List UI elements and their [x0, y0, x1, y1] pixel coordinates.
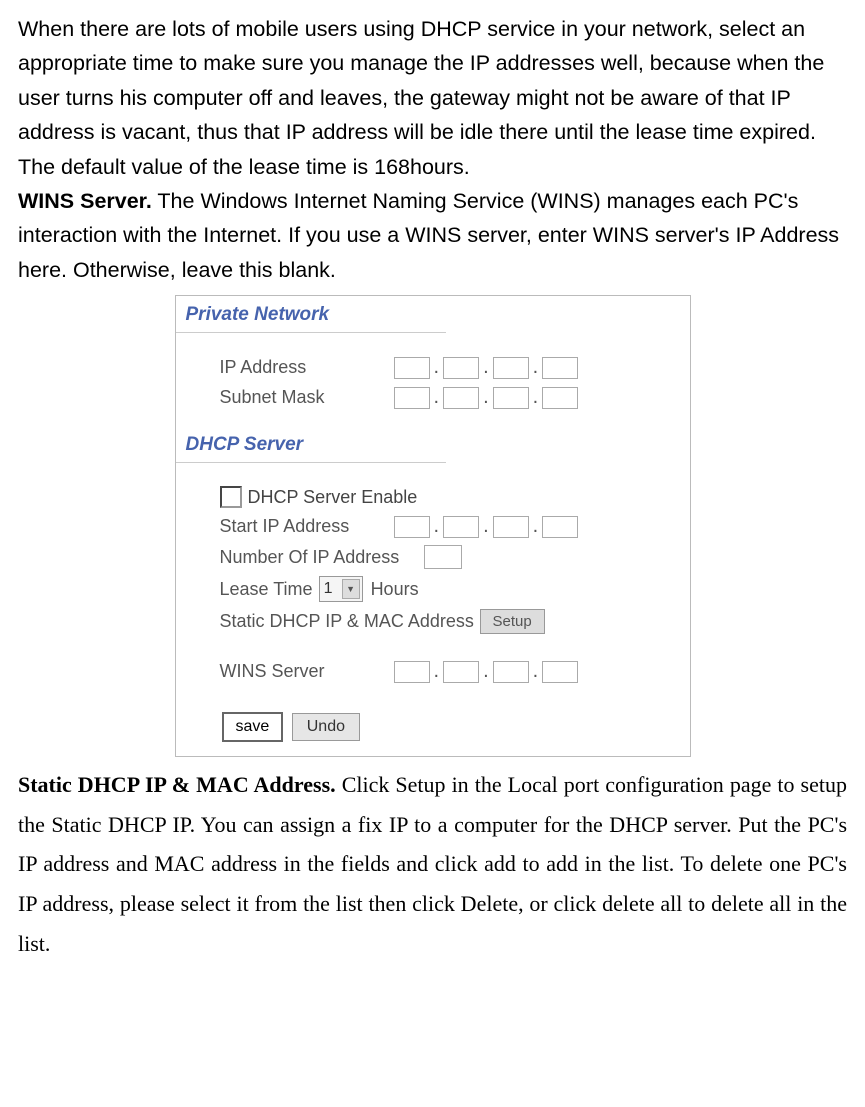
- dot-icon: .: [533, 356, 539, 379]
- mask-octet-3[interactable]: [493, 387, 529, 409]
- lease-time-row: Lease Time 1 ▼ Hours: [220, 576, 660, 602]
- start-ip-row: Start IP Address . . .: [220, 515, 660, 538]
- mask-octet-4[interactable]: [542, 387, 578, 409]
- private-network-title: Private Network: [176, 298, 446, 333]
- dot-icon: .: [483, 386, 489, 409]
- dhcp-enable-checkbox[interactable]: [220, 486, 242, 508]
- start-ip-octet-2[interactable]: [443, 516, 479, 538]
- static-dhcp-label: Static DHCP IP & MAC Address: [220, 611, 478, 632]
- static-heading: Static DHCP IP & MAC Address.: [18, 772, 336, 797]
- button-row: save Undo: [176, 700, 690, 756]
- static-dhcp-paragraph: Static DHCP IP & MAC Address. Click Setu…: [18, 765, 847, 963]
- start-ip-octet-4[interactable]: [542, 516, 578, 538]
- wins-octet-1[interactable]: [394, 661, 430, 683]
- num-ip-row: Number Of IP Address: [220, 545, 660, 569]
- lease-time-select[interactable]: 1 ▼: [319, 576, 363, 602]
- para1-text: When there are lots of mobile users usin…: [18, 17, 824, 179]
- ip-address-row: IP Address . . .: [220, 356, 660, 379]
- wins-octet-3[interactable]: [493, 661, 529, 683]
- wins-octet-2[interactable]: [443, 661, 479, 683]
- undo-button[interactable]: Undo: [292, 713, 360, 741]
- save-button[interactable]: save: [222, 712, 284, 742]
- num-ip-label: Number Of IP Address: [220, 547, 420, 568]
- config-panel: Private Network IP Address . . . Subnet …: [175, 295, 691, 757]
- static-text: Click Setup in the Local port configurat…: [18, 772, 847, 955]
- ip-octet-1[interactable]: [394, 357, 430, 379]
- subnet-mask-label: Subnet Mask: [220, 387, 390, 408]
- mask-octet-2[interactable]: [443, 387, 479, 409]
- ip-octet-3[interactable]: [493, 357, 529, 379]
- dot-icon: .: [434, 660, 440, 683]
- ip-address-label: IP Address: [220, 357, 390, 378]
- dot-icon: .: [533, 660, 539, 683]
- dhcp-enable-label: DHCP Server Enable: [248, 487, 418, 508]
- dhcp-enable-row: DHCP Server Enable: [220, 486, 660, 508]
- subnet-mask-row: Subnet Mask . . .: [220, 386, 660, 409]
- dot-icon: .: [434, 386, 440, 409]
- private-network-body: IP Address . . . Subnet Mask . . .: [176, 333, 690, 426]
- dot-icon: .: [533, 515, 539, 538]
- mask-octet-1[interactable]: [394, 387, 430, 409]
- wins-octet-4[interactable]: [542, 661, 578, 683]
- chevron-down-icon: ▼: [342, 579, 360, 599]
- intro-paragraph: When there are lots of mobile users usin…: [18, 12, 847, 287]
- start-ip-octet-3[interactable]: [493, 516, 529, 538]
- dot-icon: .: [533, 386, 539, 409]
- dot-icon: .: [434, 515, 440, 538]
- ip-octet-2[interactable]: [443, 357, 479, 379]
- num-ip-input[interactable]: [424, 545, 462, 569]
- start-ip-label: Start IP Address: [220, 516, 390, 537]
- dhcp-server-title: DHCP Server: [176, 428, 446, 463]
- hours-label: Hours: [371, 579, 419, 600]
- lease-time-label: Lease Time: [220, 579, 313, 600]
- static-dhcp-row: Static DHCP IP & MAC Address Setup: [220, 609, 660, 634]
- dot-icon: .: [483, 660, 489, 683]
- start-ip-octet-1[interactable]: [394, 516, 430, 538]
- dot-icon: .: [434, 356, 440, 379]
- dhcp-server-body: DHCP Server Enable Start IP Address . . …: [176, 463, 690, 700]
- wins-server-label: WINS Server: [220, 661, 390, 682]
- dot-icon: .: [483, 515, 489, 538]
- setup-button[interactable]: Setup: [480, 609, 545, 634]
- wins-heading: WINS Server.: [18, 189, 152, 213]
- lease-time-value: 1: [324, 580, 333, 598]
- ip-octet-4[interactable]: [542, 357, 578, 379]
- dot-icon: .: [483, 356, 489, 379]
- wins-server-row: WINS Server . . .: [220, 660, 660, 683]
